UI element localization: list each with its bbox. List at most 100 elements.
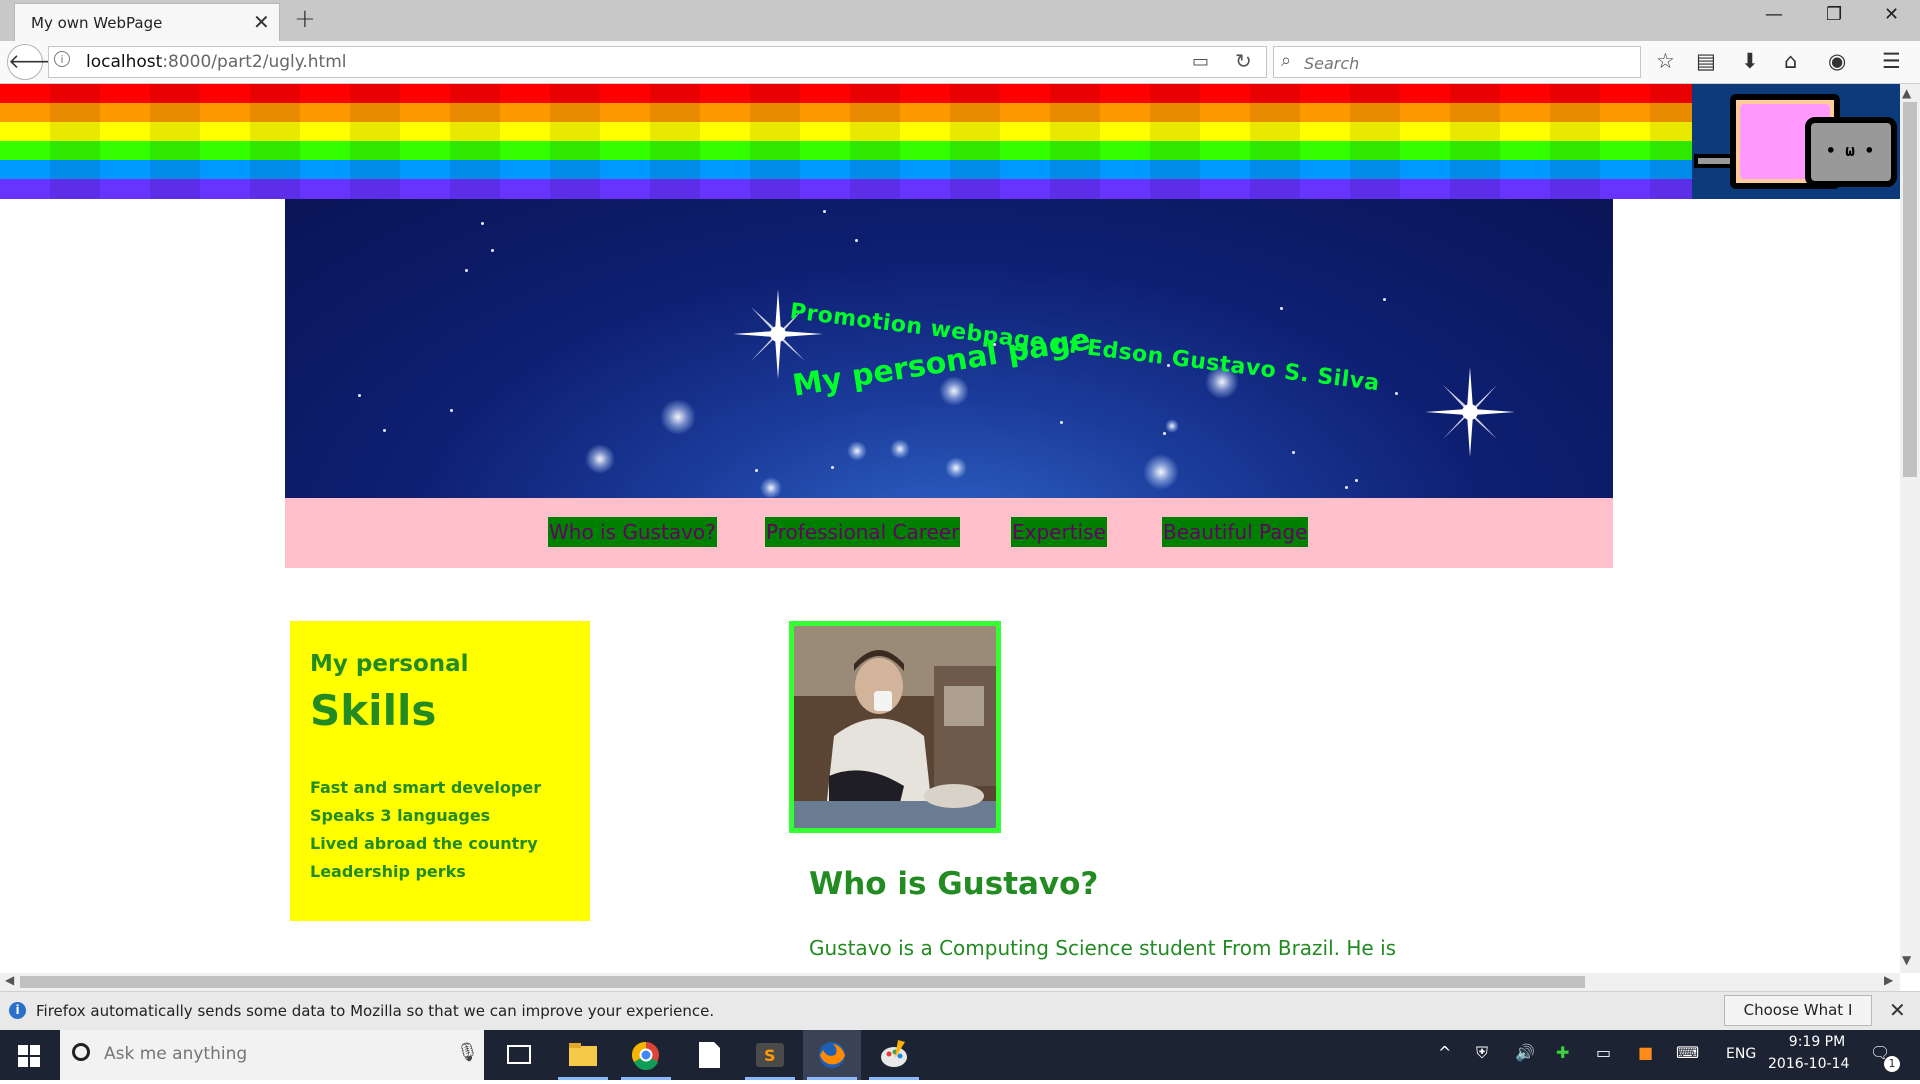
scroll-right-icon[interactable]: ▶ (1884, 973, 1893, 987)
banner-star (491, 249, 494, 252)
skills-title: Skills (310, 686, 437, 735)
keyboard-icon[interactable]: ⌨ (1676, 1043, 1699, 1062)
banner-star (383, 429, 386, 432)
back-button[interactable]: 🡐 (7, 44, 62, 80)
taskbar-sublime[interactable]: S (741, 1030, 799, 1080)
nyan-cat-face-icon: • ω • (1826, 141, 1875, 160)
menu-link-who-is-gustavo[interactable]: Who is Gustavo? (548, 517, 717, 547)
cortana-search-input[interactable] (104, 1043, 434, 1065)
show-hidden-icons[interactable]: ^ (1438, 1043, 1451, 1062)
sublime-tray-icon[interactable]: ■ (1638, 1043, 1653, 1062)
close-window-icon[interactable]: ✕ (1884, 4, 1899, 25)
downloads-icon[interactable]: ⬇ (1741, 49, 1759, 73)
banner-glow (1143, 454, 1179, 490)
search-icon: ⌕ (1281, 50, 1292, 71)
taskbar-paint[interactable] (865, 1030, 923, 1080)
restore-icon[interactable]: ❐ (1826, 4, 1842, 25)
banner-star (465, 269, 468, 272)
security-shield-icon[interactable]: ⛨ (1476, 1043, 1488, 1063)
banner-star (450, 409, 453, 412)
vertical-scroll-thumb[interactable] (1903, 102, 1917, 477)
cortana-icon (72, 1043, 90, 1061)
search-input[interactable] (1304, 52, 1624, 74)
url-host: localhost (86, 52, 163, 72)
svg-text:S: S (764, 1046, 776, 1065)
browser-tab[interactable]: My own WebPage ✕ (14, 3, 280, 41)
microphone-icon[interactable]: 🎙 (456, 1042, 479, 1063)
notification-text: Firefox automatically sends some data to… (36, 1002, 715, 1020)
hamburger-menu-icon[interactable]: ☰ (1882, 49, 1901, 73)
volume-icon[interactable]: 🔊 (1515, 1043, 1535, 1062)
skills-box: My personal Skills Fast and smart develo… (290, 621, 590, 921)
banner-glow (847, 441, 867, 461)
reader-view-icon[interactable]: ▭ (1192, 51, 1209, 72)
task-view-button[interactable] (490, 1030, 548, 1080)
taskbar-firefox[interactable] (803, 1030, 861, 1080)
menu-link-expertise[interactable]: Expertise (1011, 517, 1107, 547)
banner-glow (890, 439, 910, 459)
banner-star (1292, 451, 1295, 454)
choose-what-i-share-button[interactable]: Choose What I Share (1724, 995, 1872, 1048)
banner-glow (1165, 419, 1179, 433)
clock-date[interactable]: 2016-10-14 (1768, 1056, 1849, 1072)
taskbar-notepad[interactable] (680, 1030, 738, 1080)
site-info-icon[interactable]: i (54, 51, 70, 67)
document-icon (699, 1042, 720, 1068)
rainbow-steps (0, 84, 1700, 199)
taskbar-file-explorer[interactable] (554, 1030, 612, 1080)
space-banner: Promotion webpage of Edson Gustavo S. Si… (285, 199, 1613, 498)
clock-time[interactable]: 9:19 PM (1782, 1034, 1852, 1050)
page-viewport: • ω • Promotion webpage of Edson Gustavo… (0, 84, 1900, 973)
section-paragraph: Gustavo is a Computing Science student F… (809, 936, 1397, 960)
skill-item: Speaks 3 languages (310, 806, 491, 825)
scroll-up-icon[interactable]: ▲ (1902, 86, 1911, 100)
language-indicator[interactable]: ENG (1726, 1046, 1756, 1062)
url-text[interactable]: localhost:8000/part2/ugly.html (86, 52, 347, 72)
info-icon: i (9, 1002, 26, 1019)
banner-star (1280, 307, 1283, 310)
taskbar-chrome[interactable] (617, 1030, 675, 1080)
banner-glow (585, 444, 615, 474)
banner-glow (760, 477, 782, 498)
pocket-icon[interactable]: ◉ (1828, 49, 1846, 73)
banner-star (1395, 392, 1398, 395)
paint-icon (881, 1040, 907, 1067)
banner-star (823, 210, 826, 213)
banner-glow (939, 376, 969, 406)
home-icon[interactable]: ⌂ (1784, 49, 1797, 73)
profile-photo-image (794, 626, 996, 828)
skill-item: Lived abroad the country (310, 834, 538, 853)
battery-icon[interactable]: ▭ (1596, 1043, 1611, 1062)
network-status-icon[interactable]: ✚ (1556, 1043, 1569, 1062)
tab-close-icon[interactable]: ✕ (253, 10, 270, 34)
new-tab-icon[interactable]: + (294, 4, 316, 34)
folder-icon (569, 1043, 597, 1066)
nav-menu: Who is Gustavo? Professional Career Expe… (285, 498, 1613, 568)
menu-link-beautiful-page[interactable]: Beautiful Page (1162, 517, 1309, 547)
horizontal-scroll-thumb[interactable] (20, 976, 1585, 988)
banner-star (358, 394, 361, 397)
reload-icon[interactable]: ↻ (1235, 49, 1252, 73)
menu-link-professional-career[interactable]: Professional Career (765, 517, 961, 547)
banner-star (1060, 421, 1063, 424)
scroll-left-icon[interactable]: ◀ (5, 973, 14, 987)
bookmark-star-icon[interactable]: ☆ (1656, 49, 1675, 73)
skill-item: Leadership perks (310, 862, 466, 881)
windows-start-icon[interactable] (18, 1045, 40, 1067)
tab-bar (0, 0, 1920, 41)
banner-star (855, 239, 858, 242)
chrome-icon (631, 1041, 659, 1070)
notification-close-icon[interactable]: ✕ (1889, 998, 1906, 1022)
skills-subtitle: My personal (310, 651, 469, 677)
scroll-down-icon[interactable]: ▼ (1902, 953, 1911, 967)
notification-count-badge: 1 (1884, 1056, 1900, 1072)
banner-star (755, 469, 758, 472)
url-path: :8000/part2/ugly.html (162, 52, 347, 72)
minimize-icon[interactable]: — (1765, 4, 1783, 25)
skill-item: Fast and smart developer (310, 778, 542, 797)
banner-star (831, 466, 834, 469)
bookmarks-menu-icon[interactable]: ▤ (1696, 49, 1716, 73)
sparkle-icon (1425, 367, 1515, 457)
nyan-cat-tail (1694, 154, 1734, 168)
tab-title: My own WebPage (31, 14, 163, 32)
